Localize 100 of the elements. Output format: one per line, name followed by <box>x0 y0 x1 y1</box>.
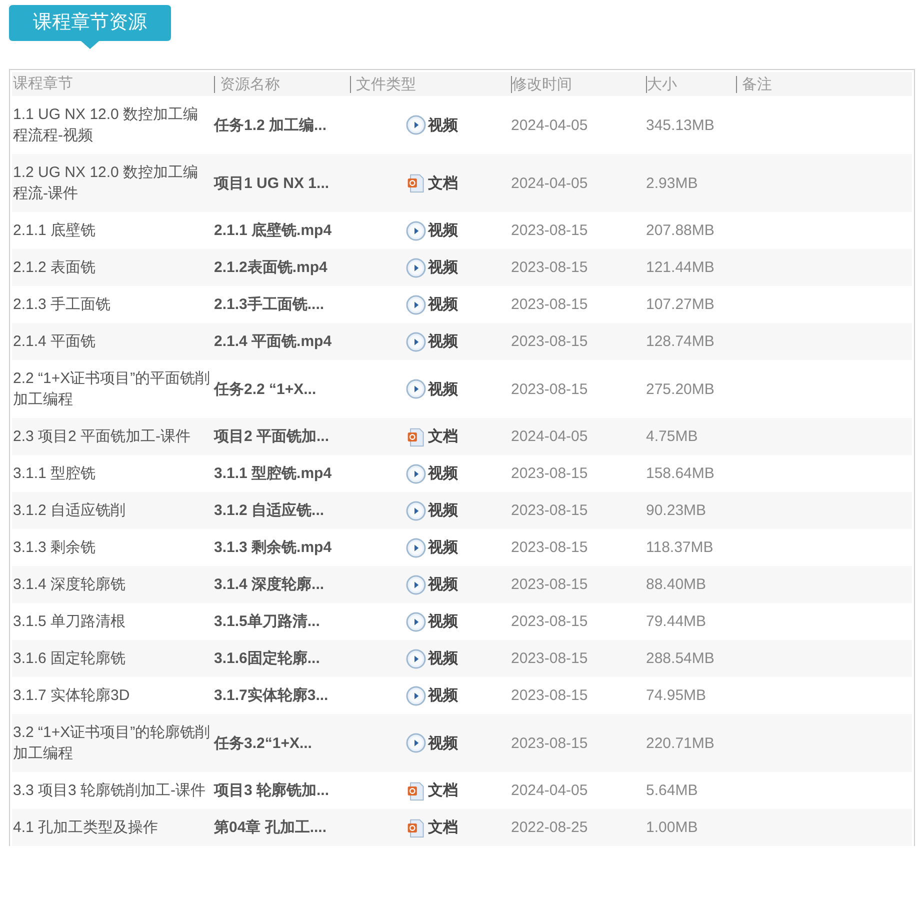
table-cell: 1.00MB <box>646 819 698 836</box>
file-type: 视频 <box>428 221 458 241</box>
resource-link[interactable]: 任务3.2“1+X... <box>214 734 312 752</box>
resource-link[interactable]: 3.1.6固定轮廓... <box>214 650 320 667</box>
play-icon <box>406 115 426 135</box>
resource-link[interactable]: 第04章 孔加工.... <box>214 819 327 836</box>
table-cell: 79.44MB <box>646 613 706 630</box>
play-icon <box>406 574 426 594</box>
table-cell: 1.1 UG NX 12.0 数控加工编程流程-视频 <box>13 106 198 144</box>
table-cell: 2023-08-15 <box>511 465 588 482</box>
table-cell: 275.20MB <box>646 380 714 398</box>
table-cell: 207.88MB <box>646 222 714 239</box>
table-cell: 88.40MB <box>646 576 706 593</box>
resource-link[interactable]: 2.1.3手工面铣.... <box>214 296 324 313</box>
file-type: 文档 <box>428 781 458 801</box>
file-type: 视频 <box>428 734 458 754</box>
table-cell: 2023-08-15 <box>511 333 588 350</box>
table-cell: 158.64MB <box>646 465 714 482</box>
resource-link[interactable]: 3.1.3 剩余铣.mp4 <box>214 539 332 556</box>
table-cell: 2024-04-05 <box>511 116 588 134</box>
file-type: 视频 <box>428 464 458 484</box>
table-cell: 2023-08-15 <box>511 380 588 398</box>
table-cell: 5.64MB <box>646 782 698 799</box>
play-icon <box>406 464 426 484</box>
file-type: 视频 <box>428 332 458 352</box>
table-cell: 128.74MB <box>646 333 714 350</box>
play-icon <box>406 648 426 668</box>
table-cell: 2.3 项目2 平面铣加工-课件 <box>13 428 191 445</box>
table-cell: 3.1.5 单刀路清根 <box>13 613 126 630</box>
table-cell: 3.1.6 固定轮廓铣 <box>13 650 126 667</box>
file-type: 文档 <box>428 818 458 838</box>
column-header: 大小 <box>647 76 677 92</box>
play-icon <box>406 538 426 558</box>
table-cell: 2023-08-15 <box>511 613 588 630</box>
table-cell: 2023-08-15 <box>511 687 588 704</box>
resource-link[interactable]: 2.1.1 底壁铣.mp4 <box>214 222 332 239</box>
resource-link[interactable]: 3.1.2 自适应铣... <box>214 502 324 519</box>
table-cell: 2023-08-15 <box>511 576 588 593</box>
resource-link[interactable]: 3.1.4 深度轮廓... <box>214 576 324 593</box>
table-cell: 2023-08-15 <box>511 539 588 556</box>
table-cell: 2024-04-05 <box>511 782 588 799</box>
file-type: 视频 <box>428 116 458 136</box>
play-icon <box>406 332 426 352</box>
table-cell: 107.27MB <box>646 296 714 313</box>
file-type: 视频 <box>428 612 458 632</box>
table-cell: 345.13MB <box>646 116 714 134</box>
file-type: 文档 <box>428 174 458 194</box>
document-icon <box>406 426 426 446</box>
table-cell: 2024-04-05 <box>511 428 588 445</box>
file-type: 视频 <box>428 575 458 595</box>
resource-link[interactable]: 项目1 UG NX 1... <box>214 174 330 192</box>
document-icon <box>406 173 426 193</box>
file-type: 文档 <box>428 427 458 447</box>
resource-link[interactable]: 3.1.1 型腔铣.mp4 <box>214 465 332 482</box>
table-cell: 2.1.4 平面铣 <box>13 333 96 350</box>
table-cell: 2023-08-15 <box>511 259 588 276</box>
resource-link[interactable]: 3.1.5单刀路清... <box>214 613 320 630</box>
resource-link[interactable]: 3.1.7实体轮廓3... <box>214 687 328 704</box>
table-cell: 2022-08-25 <box>511 819 588 836</box>
play-icon <box>406 612 426 632</box>
table-cell: 3.1.2 自适应铣削 <box>13 502 126 519</box>
file-type: 视频 <box>428 258 458 278</box>
column-header: 文件类型 <box>356 76 416 92</box>
table-cell: 2023-08-15 <box>511 650 588 667</box>
column-header: 资源名称 <box>220 76 280 92</box>
table-cell: 288.54MB <box>646 650 714 667</box>
resource-link[interactable]: 2.1.4 平面铣.mp4 <box>214 333 332 350</box>
play-icon <box>406 686 426 706</box>
document-icon <box>406 780 426 800</box>
file-type: 视频 <box>428 649 458 669</box>
table-cell: 74.95MB <box>646 687 706 704</box>
column-header: 课程章节 <box>13 75 73 92</box>
play-icon <box>406 294 426 314</box>
resource-link[interactable]: 项目2 平面铣加... <box>214 428 330 445</box>
table-cell: 3.1.7 实体轮廓3D <box>13 687 130 704</box>
table-cell: 4.75MB <box>646 428 698 445</box>
table-cell: 121.44MB <box>646 259 714 276</box>
document-icon <box>406 818 426 838</box>
resource-link[interactable]: 2.1.2表面铣.mp4 <box>214 259 328 276</box>
resource-link[interactable]: 项目3 轮廓铣加... <box>214 782 330 799</box>
table-cell: 2.1.1 底壁铣 <box>13 222 96 239</box>
resource-link[interactable]: 任务2.2 “1+X... <box>214 380 316 398</box>
resource-link[interactable]: 任务1.2 加工编... <box>214 116 327 134</box>
play-icon <box>406 500 426 520</box>
table-cell: 4.1 孔加工类型及操作 <box>13 819 158 836</box>
play-icon <box>406 258 426 278</box>
table-cell: 1.2 UG NX 12.0 数控加工编程流-课件 <box>13 164 198 202</box>
table-cell: 2024-04-05 <box>511 174 588 192</box>
column-header: 修改时间 <box>512 76 572 92</box>
file-type: 视频 <box>428 295 458 315</box>
table-cell: 3.1.3 剩余铣 <box>13 539 96 556</box>
table-cell: 3.2 “1+X证书项目”的轮廓铣削加工编程 <box>13 724 210 762</box>
table-cell: 2023-08-15 <box>511 296 588 313</box>
file-type: 视频 <box>428 538 458 558</box>
table-cell: 90.23MB <box>646 502 706 519</box>
column-header: 备注 <box>742 76 772 92</box>
table-cell: 2.2 “1+X证书项目”的平面铣削加工编程 <box>13 370 210 408</box>
table-cell: 2023-08-15 <box>511 502 588 519</box>
file-type: 视频 <box>428 686 458 706</box>
table-cell: 2.1.3 手工面铣 <box>13 296 111 313</box>
